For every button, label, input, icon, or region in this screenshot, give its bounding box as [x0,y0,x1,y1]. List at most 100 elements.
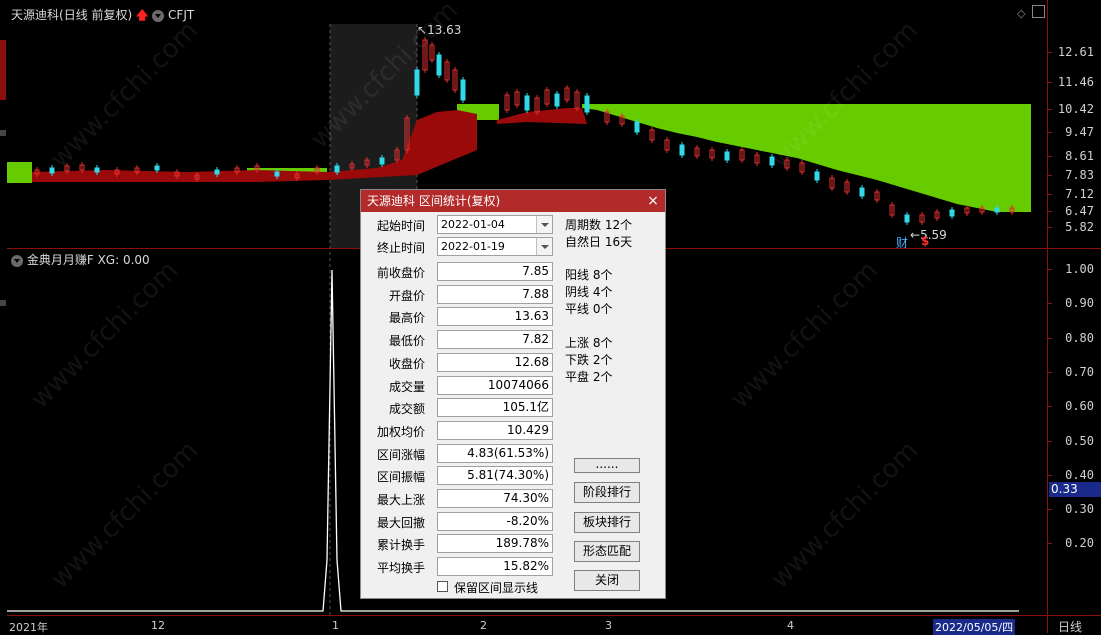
indicator-tick-label: 0.70 [1065,364,1094,379]
row-label: 成交量 [388,379,425,394]
row-value: 13.63 [437,307,553,327]
row-value: 7.85 [437,262,553,281]
price-tick-label: 6.47 [1065,204,1094,218]
stat-down-candles: 阴线 4个 [565,285,613,299]
x-label: 12 [151,619,165,632]
row-value: 10074066 [437,375,553,395]
stock-name: 天源迪科 [11,8,60,22]
tick-mark [1048,509,1052,511]
row-label: 平均换手 [376,561,425,576]
candle-body [634,121,640,133]
candle-body [994,207,1000,213]
keep-range-line-checkbox[interactable] [437,581,448,592]
chart-title-bar: 天源迪科(日线 前复权) 🡅 CFJT [11,6,194,27]
band-green [7,162,32,183]
candle-body [859,187,865,197]
keep-range-line-label: 保留区间显示线 [454,581,539,595]
band-red [497,108,587,124]
maximize-icon[interactable] [1032,5,1045,18]
left-strip-mark [0,300,6,306]
row-value: 105.1亿 [437,398,553,418]
tick-mark [1048,474,1052,476]
axis-divider [1048,615,1101,616]
tick-mark [1048,211,1052,212]
row-value: 7.82 [437,330,553,350]
price-tick-label: 9.47 [1065,125,1094,139]
tick-mark [1048,194,1052,195]
indicator-tick-label: 0.60 [1065,399,1094,414]
row-label: 最大上涨 [376,493,425,507]
indicator-value: XG: 0.00 [97,253,150,267]
chevron-down-icon[interactable] [536,238,552,255]
row-label: 累计换手 [376,538,425,553]
interval-stats-dialog: 天源迪科 区间统计(复权) × 起始时间 2022-01-04 终止时间 202… [360,189,666,599]
candle-body [814,171,820,181]
row-value: -8.20% [437,511,553,531]
price-tick-label: 12.61 [1057,45,1094,59]
indicator-tick-label: 0.90 [1065,296,1094,311]
indicator-tick-label: 0.50 [1065,433,1094,448]
row-value: 15.82% [437,557,553,577]
candle-body [724,151,730,161]
indicator-dropdown-icon[interactable] [11,254,23,267]
candle-body [904,214,910,223]
row-label: 成交额 [388,402,425,417]
row-value: 10.429 [437,420,553,440]
dialog-title-bar[interactable]: 天源迪科 区间统计(复权) × [361,190,665,212]
start-date-value: 2022-01-04 [441,218,505,231]
close-button[interactable]: 关闭 [574,570,640,591]
period-button[interactable]: 日线 [1058,618,1082,635]
row-label: 最高价 [388,311,425,326]
row-label: 开盘价 [388,288,425,303]
dollar-marker[interactable]: $ [921,234,929,248]
candle-body [436,54,442,76]
indicator-name: 金典月月赚F [26,253,94,267]
row-label: 收盘价 [388,356,425,371]
candle-body [154,165,160,171]
end-date-value: 2022-01-19 [441,240,505,253]
candle-body [49,167,55,174]
candle-body [379,157,385,165]
row-label: 区间涨幅 [376,447,425,462]
row-value: 12.68 [437,352,553,372]
stat-unchanged: 平盘 2个 [565,370,613,384]
high-price-value: 13.63 [427,23,462,37]
indicator-tick-label: 0.80 [1065,330,1094,345]
tick-mark [1048,132,1052,133]
x-label: 3 [605,619,612,632]
price-tick-label: 7.12 [1065,187,1094,201]
candle-body [460,79,466,101]
row-value: 189.78% [437,534,553,554]
price-axis: 12.61 11.46 10.42 9.47 8.61 7.83 7.12 6.47 5.82 … [1047,0,1101,635]
dropdown-icon[interactable] [152,9,165,22]
tick-mark [1048,175,1052,176]
diamond-icon[interactable]: ◇ [1017,7,1025,20]
close-icon[interactable]: × [645,193,661,209]
tick-mark [1048,543,1052,545]
candle-body [554,93,560,107]
end-date-picker[interactable]: 2022-01-19 [437,237,553,256]
indicator-current-value: 0.33 [1049,482,1101,497]
stat-natural-days: 自然日 16天 [565,235,633,249]
left-strip-tab-active[interactable] [0,40,6,100]
tick-mark [1048,406,1052,408]
more-button[interactable]: ...... [574,458,640,473]
chevron-down-icon[interactable] [536,216,552,233]
x-label: 4 [787,619,794,632]
sector-rank-button[interactable]: 板块排行 [574,512,640,533]
stat-up-candles: 阳线 8个 [565,268,613,282]
left-strip-mark [0,130,6,136]
start-date-picker[interactable]: 2022-01-04 [437,215,553,234]
stat-rises: 上涨 8个 [565,336,613,350]
tick-mark [1048,303,1052,305]
axis-divider [1048,248,1101,249]
stage-rank-button[interactable]: 阶段排行 [574,482,640,503]
tick-mark [1048,227,1052,228]
x-label: 1 [332,619,339,632]
pattern-match-button[interactable]: 形态匹配 [574,541,640,562]
tick-mark [1048,440,1052,442]
row-value: 4.83(61.53%) [437,443,553,463]
x-axis-divider [7,615,1047,616]
left-side-strip [0,0,7,633]
high-price-marker: ↖13.63 [417,23,462,37]
